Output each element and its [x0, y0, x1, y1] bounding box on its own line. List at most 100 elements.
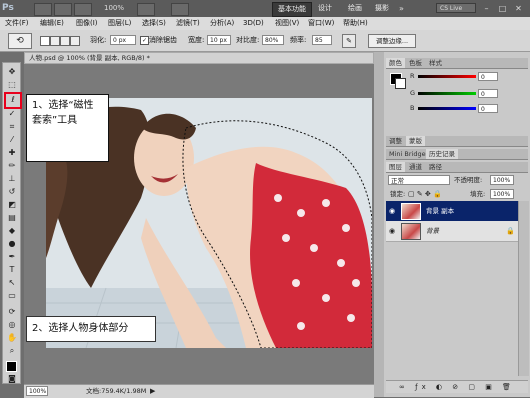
intersect-selection-icon[interactable] — [70, 36, 80, 46]
crop-tool-icon[interactable]: ⌗ — [6, 121, 18, 132]
quick-select-icon[interactable]: ✓ — [6, 108, 18, 119]
close-icon[interactable]: ✕ — [512, 3, 525, 14]
width-label: 宽度: — [188, 36, 205, 44]
layer-row-background-copy[interactable]: ◉ 背景 副本 — [386, 201, 518, 222]
tab-layers[interactable]: 图层 — [386, 162, 405, 172]
channel-g-value[interactable]: 0 — [478, 89, 498, 98]
blend-mode-select[interactable]: 正常 — [388, 175, 450, 185]
tab-history[interactable]: 历史记录 — [426, 149, 458, 159]
eye-icon[interactable]: ◉ — [389, 227, 397, 235]
zoom-field[interactable]: 100% — [26, 386, 48, 396]
minibridge-icon[interactable] — [54, 3, 72, 16]
shape-tool-icon[interactable]: ▭ — [6, 290, 18, 301]
dodge-tool-icon[interactable]: ● — [6, 238, 18, 249]
healing-brush-icon[interactable]: ✚ — [6, 147, 18, 158]
workspace-more-icon[interactable]: » — [395, 3, 408, 14]
tab-channels[interactable]: 通道 — [406, 162, 425, 172]
workspace-essentials[interactable]: 基本功能 — [272, 2, 312, 17]
refine-edge-button[interactable]: 调整边缘... — [368, 34, 416, 48]
workspace-painting[interactable]: 绘画 — [343, 2, 367, 15]
menu-bar: 文件(F) 编辑(E) 图像(I) 图层(L) 选择(S) 滤镜(T) 分析(A… — [0, 17, 530, 31]
type-tool-icon[interactable]: T — [6, 264, 18, 275]
opacity-input[interactable]: 100% — [490, 175, 514, 185]
eraser-tool-icon[interactable]: ◩ — [6, 199, 18, 210]
history-brush-icon[interactable]: ↺ — [6, 186, 18, 197]
tab-adjustments[interactable]: 调整 — [386, 136, 405, 146]
menu-select[interactable]: 选择(S) — [142, 17, 166, 30]
layer-name[interactable]: 背景 副本 — [426, 201, 454, 221]
options-bar: ⟲ 羽化: 0 px ✓ 消除锯齿 宽度: 10 px 对比度: 80% 频率:… — [0, 30, 530, 52]
cs-live-button[interactable]: CS Live — [436, 3, 476, 13]
menu-filter[interactable]: 滤镜(T) — [176, 17, 200, 30]
magnetic-lasso-icon[interactable]: ⟲ — [8, 33, 32, 49]
move-tool-icon[interactable]: ✥ — [6, 66, 18, 77]
eye-icon[interactable]: ◉ — [389, 207, 397, 215]
screen-mode-icon[interactable] — [171, 3, 189, 16]
menu-help[interactable]: 帮助(H) — [343, 17, 368, 30]
arrange-icon[interactable] — [137, 3, 155, 16]
marquee-tool-icon[interactable]: ⬚ — [6, 79, 18, 90]
layers-footer-icons[interactable]: ∞ ƒx ◐ ⊘ ▢ ▣ 🗑 — [386, 380, 528, 393]
menu-layer[interactable]: 图层(L) — [108, 17, 131, 30]
tab-masks[interactable]: 蒙版 — [406, 136, 425, 146]
quick-mask-icon[interactable]: ◙ — [6, 373, 18, 384]
menu-edit[interactable]: 编辑(E) — [40, 17, 64, 30]
channel-r-value[interactable]: 0 — [478, 72, 498, 81]
bridge-icon[interactable] — [34, 3, 52, 16]
hand-icon[interactable]: ✋ — [6, 332, 18, 343]
panel-collapse-strip[interactable] — [374, 52, 384, 397]
zoom-icon[interactable]: ⌕ — [6, 345, 18, 356]
feather-input[interactable]: 0 px — [110, 35, 136, 45]
layer-name[interactable]: 背景 — [426, 221, 439, 241]
pen-pressure-icon[interactable]: ✎ — [342, 34, 356, 48]
adjust-panel-tabs: 调整 蒙版 — [386, 136, 528, 147]
status-arrow-icon[interactable]: ▶ — [150, 385, 155, 397]
fill-input[interactable]: 100% — [490, 189, 514, 199]
menu-image[interactable]: 图像(I) — [76, 17, 98, 30]
blur-tool-icon[interactable]: ◆ — [6, 225, 18, 236]
zoom-dropdown[interactable]: 100% — [104, 3, 124, 14]
tab-paths[interactable]: 路径 — [426, 162, 445, 172]
width-input[interactable]: 10 px — [207, 35, 231, 45]
3d-orbit-icon[interactable]: ◎ — [6, 319, 18, 330]
tab-swatches[interactable]: 色板 — [406, 58, 425, 68]
workspace-photography[interactable]: 摄影 — [370, 2, 394, 15]
contrast-input[interactable]: 80% — [262, 35, 284, 45]
layers-scrollbar[interactable] — [518, 201, 529, 376]
color-background-swatch[interactable] — [395, 78, 406, 89]
menu-3d[interactable]: 3D(D) — [243, 17, 264, 30]
3d-rotate-icon[interactable]: ⟳ — [6, 306, 18, 317]
tab-color[interactable]: 颜色 — [386, 58, 405, 68]
path-select-icon[interactable]: ↖ — [6, 277, 18, 288]
menu-file[interactable]: 文件(F) — [5, 17, 29, 30]
channel-b-slider[interactable] — [418, 107, 476, 110]
menu-view[interactable]: 视图(V) — [275, 17, 299, 30]
brush-tool-icon[interactable]: ✏ — [6, 160, 18, 171]
gradient-tool-icon[interactable]: ▤ — [6, 212, 18, 223]
workspace-design[interactable]: 设计 — [313, 2, 337, 15]
minimize-icon[interactable]: – — [480, 3, 493, 14]
subtract-selection-icon[interactable] — [60, 36, 70, 46]
menu-analysis[interactable]: 分析(A) — [210, 17, 234, 30]
channel-g-slider[interactable] — [418, 92, 476, 95]
new-selection-icon[interactable] — [40, 36, 50, 46]
tab-mini-bridge[interactable]: Mini Bridge — [386, 149, 429, 159]
layer-row-background[interactable]: ◉ 背景 🔒 — [386, 221, 518, 242]
lock-icons[interactable]: ▢ ✎ ✥ 🔒 — [408, 189, 442, 199]
hand-tool-icon[interactable] — [74, 3, 92, 16]
frequency-input[interactable]: 85 — [312, 35, 332, 45]
tab-styles[interactable]: 样式 — [426, 58, 445, 68]
lasso-tool-icon[interactable]: ℓ — [4, 92, 22, 109]
feather-label: 羽化: — [90, 36, 107, 44]
channel-r-slider[interactable] — [418, 75, 476, 78]
pen-tool-icon[interactable]: ✒ — [6, 251, 18, 262]
clone-stamp-icon[interactable]: ⊥ — [6, 173, 18, 184]
channel-b-value[interactable]: 0 — [478, 104, 498, 113]
menu-window[interactable]: 窗口(W) — [308, 17, 334, 30]
add-selection-icon[interactable] — [50, 36, 60, 46]
antialias-checkbox[interactable]: ✓ — [140, 36, 149, 45]
document-tab[interactable]: 人物.psd @ 100% (背景 副本, RGB/8) * — [24, 52, 374, 64]
restore-icon[interactable]: □ — [496, 3, 509, 14]
foreground-color-swatch[interactable] — [6, 361, 17, 372]
eyedropper-icon[interactable]: ⁄ — [6, 134, 18, 145]
